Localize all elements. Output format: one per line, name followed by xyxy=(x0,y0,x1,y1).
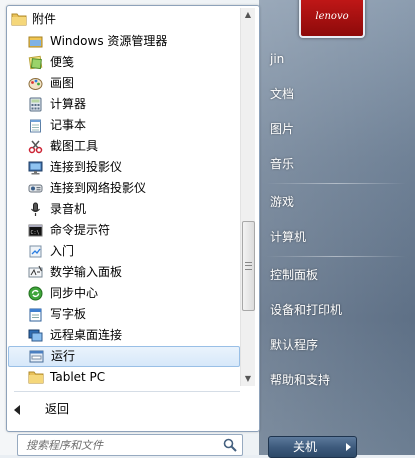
program-item-explorer[interactable]: Windows 资源管理器 xyxy=(28,31,238,52)
user-picture-label: lenovo xyxy=(315,10,349,22)
wordpad-icon xyxy=(29,308,42,322)
remote-desktop-icon xyxy=(28,329,43,342)
right-item-music[interactable]: 音乐 xyxy=(270,150,400,178)
program-label: 连接到网络投影仪 xyxy=(50,181,147,195)
program-item-wordpad[interactable]: 写字板 xyxy=(28,304,238,325)
sticky-notes-icon xyxy=(28,55,43,70)
calculator-icon xyxy=(29,97,42,112)
program-label: 截图工具 xyxy=(50,139,99,153)
program-label: 命令提示符 xyxy=(50,223,111,237)
command-prompt-icon: C:\ xyxy=(28,224,43,237)
right-item-pictures[interactable]: 图片 xyxy=(270,115,400,143)
right-separator xyxy=(266,183,406,184)
user-picture[interactable]: lenovo xyxy=(299,0,365,38)
projector-icon xyxy=(28,161,43,175)
program-label: 入门 xyxy=(50,244,75,258)
network-projector-icon xyxy=(28,184,43,193)
scroll-up-arrow-icon[interactable]: ▲ xyxy=(241,8,255,22)
right-item-computer[interactable]: 计算机 xyxy=(270,223,400,251)
program-label: 录音机 xyxy=(50,202,87,216)
program-label: 写字板 xyxy=(50,307,87,321)
program-label: 运行 xyxy=(51,349,76,363)
program-label: 画图 xyxy=(50,76,75,90)
right-item-control-panel[interactable]: 控制面板 xyxy=(270,261,400,289)
math-input-icon xyxy=(28,265,43,278)
program-item-getting-started[interactable]: 入门 xyxy=(28,241,238,262)
program-item-notepad[interactable]: 记事本 xyxy=(28,115,238,136)
folder-icon xyxy=(28,371,44,384)
right-separator xyxy=(266,256,406,257)
microphone-icon xyxy=(31,202,40,216)
divider xyxy=(14,391,240,392)
getting-started-icon xyxy=(29,245,42,258)
program-item-command-prompt[interactable]: C:\ 命令提示符 xyxy=(28,220,238,241)
folder-label: Tablet PC xyxy=(50,370,106,384)
right-item-games[interactable]: 游戏 xyxy=(270,188,400,216)
search-icon[interactable] xyxy=(223,438,237,452)
scroll-down-arrow-icon[interactable]: ▼ xyxy=(241,372,255,386)
program-label: 便笺 xyxy=(50,55,75,69)
programs-scrollbar[interactable]: ▲ ▼ xyxy=(240,8,255,386)
back-button[interactable]: 返回 xyxy=(14,398,114,420)
program-label: 数学输入面板 xyxy=(50,265,123,279)
back-arrow-icon xyxy=(14,405,20,415)
start-menu: 附件 Windows 资源管理器 便笺 画图 计算器 记事本 截图工具 连接到投… xyxy=(0,0,415,458)
back-label: 返回 xyxy=(45,402,70,416)
program-label: 远程桌面连接 xyxy=(50,328,123,342)
program-item-calculator[interactable]: 计算器 xyxy=(28,94,238,115)
right-item-user[interactable]: jin xyxy=(270,45,400,73)
right-item-devices-printers[interactable]: 设备和打印机 xyxy=(270,296,400,324)
search-box[interactable] xyxy=(17,434,243,456)
right-item-documents[interactable]: 文档 xyxy=(270,80,400,108)
paint-icon xyxy=(28,78,43,90)
program-label: 计算器 xyxy=(50,97,87,111)
snipping-tool-icon xyxy=(28,140,43,154)
notepad-icon xyxy=(30,119,41,133)
program-label: Windows 资源管理器 xyxy=(50,34,168,48)
program-item-projector[interactable]: 连接到投影仪 xyxy=(28,157,238,178)
program-item-sync-center[interactable]: 同步中心 xyxy=(28,283,238,304)
program-item-network-projector[interactable]: 连接到网络投影仪 xyxy=(28,178,238,199)
svg-text:C:\: C:\ xyxy=(31,230,40,236)
program-item-paint[interactable]: 画图 xyxy=(28,73,238,94)
explorer-icon xyxy=(28,36,43,48)
sync-center-icon xyxy=(28,286,43,301)
program-item-math-input[interactable]: 数学输入面板 xyxy=(28,262,238,283)
program-item-sound-recorder[interactable]: 录音机 xyxy=(28,199,238,220)
scroll-thumb[interactable] xyxy=(242,221,255,311)
search-input[interactable] xyxy=(24,436,218,455)
program-item-run[interactable]: 运行 xyxy=(8,346,240,367)
run-icon xyxy=(29,350,44,363)
program-item-snipping-tool[interactable]: 截图工具 xyxy=(28,136,238,157)
folder-tablet-pc[interactable]: Tablet PC xyxy=(28,367,238,388)
folder-label: 附件 xyxy=(32,12,57,26)
folder-icon xyxy=(11,13,27,26)
program-label: 同步中心 xyxy=(50,286,99,300)
right-item-default-programs[interactable]: 默认程序 xyxy=(270,331,400,359)
folder-accessories[interactable]: 附件 xyxy=(8,9,238,29)
right-item-help-support[interactable]: 帮助和支持 xyxy=(270,366,400,394)
program-item-sticky-notes[interactable]: 便笺 xyxy=(28,52,238,73)
program-label: 连接到投影仪 xyxy=(50,160,123,174)
program-label: 记事本 xyxy=(50,118,87,132)
program-item-remote-desktop[interactable]: 远程桌面连接 xyxy=(28,325,238,346)
thumb-grip-icon xyxy=(245,262,252,270)
